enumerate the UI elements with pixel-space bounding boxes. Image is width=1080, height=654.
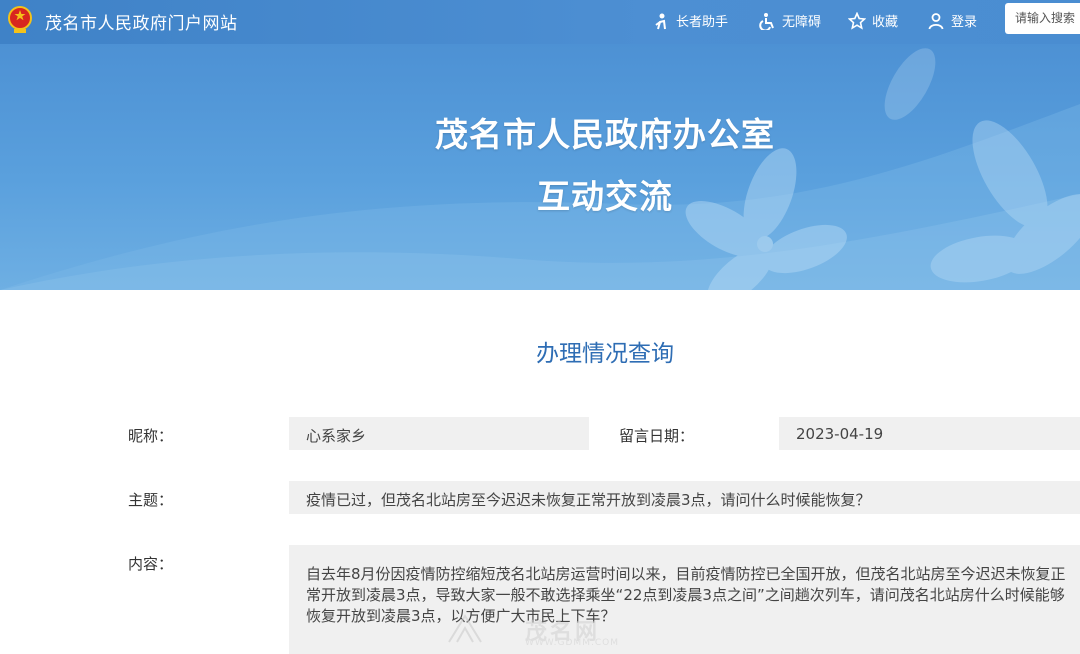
- banner-subtitle: 互动交流: [537, 177, 673, 216]
- login-link[interactable]: 登录: [927, 11, 977, 30]
- banner-decoration: [0, 48, 1080, 290]
- national-emblem-icon: [8, 6, 32, 33]
- elder-assistant-label: 长者助手: [676, 15, 729, 30]
- site-title[interactable]: 茂名市人民政府门户网站: [45, 9, 238, 34]
- watermark-url: WWW.GDMM.COM: [525, 638, 619, 648]
- elder-icon: [655, 13, 666, 29]
- subject-field: 疫情已过，但茂名北站房至今迟迟未恢复正常开放到凌晨3点，请问什么时候能恢复？: [289, 481, 1080, 514]
- site-watermark: 茂名网 WWW.GDMM.COM: [445, 612, 645, 652]
- content-field: 自去年8月份因疫情防控缩短茂名北站房运营时间以来，目前疫情防控已全国开放，但茂名…: [289, 545, 1080, 654]
- watermark-logo-icon: [448, 614, 482, 643]
- user-icon: [928, 12, 944, 29]
- elder-assistant-link[interactable]: 长者助手: [652, 11, 728, 30]
- date-field: 2023-04-19: [779, 417, 1080, 450]
- accessibility-link[interactable]: 无障碍: [758, 11, 821, 30]
- subject-label: 主题：: [128, 491, 174, 509]
- date-label: 留言日期：: [619, 427, 695, 445]
- login-label: 登录: [951, 15, 978, 30]
- favorite-link[interactable]: 收藏: [848, 11, 898, 30]
- nickname-label: 昵称：: [128, 427, 174, 445]
- favorite-label: 收藏: [872, 15, 899, 30]
- wheelchair-icon: [759, 12, 774, 30]
- top-bar: 茂名市人民政府门户网站 长者助手 无障碍 收藏 登录 请输入搜索: [0, 0, 1080, 44]
- banner: 茂名市人民政府办公室 互动交流: [0, 44, 1080, 290]
- search-input[interactable]: 请输入搜索: [1005, 3, 1080, 34]
- banner-title: 茂名市人民政府办公室: [435, 115, 775, 154]
- accessibility-label: 无障碍: [782, 15, 822, 30]
- nickname-field: 心系家乡: [289, 417, 589, 450]
- section-title: 办理情况查询: [536, 341, 674, 367]
- star-icon: [848, 11, 866, 30]
- content-label: 内容：: [128, 555, 174, 573]
